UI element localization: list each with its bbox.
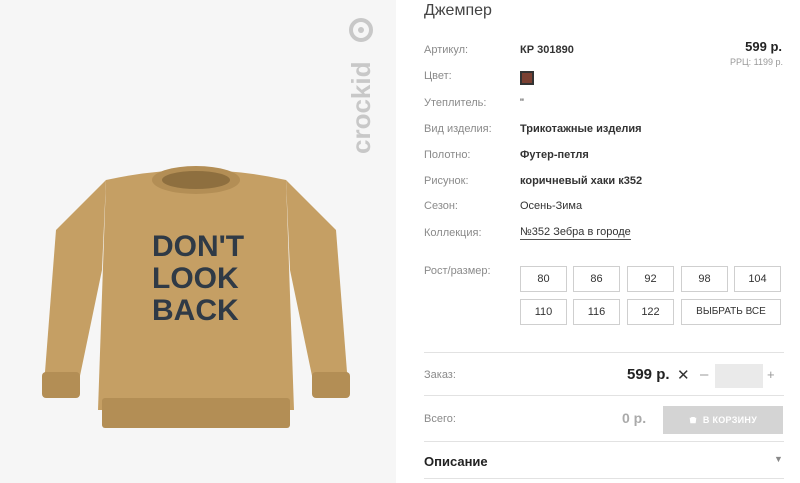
spec-value: " bbox=[520, 97, 524, 109]
spec-label: Артикул: bbox=[424, 44, 469, 56]
spec-label: Утеплитель: bbox=[424, 97, 487, 109]
recommended-price: РРЦ: 1199 р. bbox=[729, 57, 783, 67]
spec-label: Сезон: bbox=[424, 200, 458, 212]
spec-value: Футер-петля bbox=[520, 149, 589, 161]
spec-label: Коллекция: bbox=[424, 227, 482, 239]
quantity-input[interactable] bbox=[715, 364, 763, 388]
spec-value: Осень-Зима bbox=[520, 200, 583, 212]
size-86[interactable]: 86 bbox=[573, 266, 620, 292]
sweater-image: DON'T LOOK BACK bbox=[36, 160, 356, 440]
color-swatch[interactable] bbox=[520, 71, 534, 85]
order-price: 599 р. bbox=[627, 366, 670, 383]
print-line-1: DON'T bbox=[152, 230, 244, 263]
size-116[interactable]: 116 bbox=[573, 299, 620, 325]
spec-label: Вид изделия: bbox=[424, 123, 492, 135]
decrement-button[interactable]: – bbox=[700, 366, 708, 383]
spec-value: КР 301890 bbox=[520, 44, 574, 56]
divider bbox=[424, 395, 784, 396]
divider bbox=[424, 352, 784, 353]
spec-label: Рисунок: bbox=[424, 175, 469, 187]
size-122[interactable]: 122 bbox=[627, 299, 674, 325]
print-line-2: LOOK bbox=[152, 262, 239, 295]
size-92[interactable]: 92 bbox=[627, 266, 674, 292]
cart-icon bbox=[689, 416, 697, 423]
divider bbox=[424, 478, 784, 479]
size-104[interactable]: 104 bbox=[734, 266, 781, 292]
size-110[interactable]: 110 bbox=[520, 299, 567, 325]
brand-logo: crockid bbox=[346, 14, 380, 154]
product-photo[interactable]: crockid DON'T LOOK BACK bbox=[0, 0, 396, 483]
order-label: Заказ: bbox=[424, 369, 456, 381]
cart-button-label: В КОРЗИНУ bbox=[702, 415, 758, 425]
svg-text:crockid: crockid bbox=[346, 62, 376, 155]
increment-button[interactable]: + bbox=[767, 367, 775, 382]
description-toggle[interactable]: Описание bbox=[424, 454, 488, 469]
add-to-cart-button[interactable]: В КОРЗИНУ bbox=[663, 406, 783, 434]
size-98[interactable]: 98 bbox=[681, 266, 728, 292]
size-80[interactable]: 80 bbox=[520, 266, 567, 292]
spec-value: коричневый хаки к352 bbox=[520, 175, 643, 187]
print-line-3: BACK bbox=[152, 294, 239, 327]
spec-label: Цвет: bbox=[424, 70, 452, 82]
collection-link[interactable]: №352 Зебра в городе bbox=[520, 225, 631, 240]
total-label: Всего: bbox=[424, 413, 456, 425]
product-price: 599 р. bbox=[745, 39, 782, 54]
chevron-down-icon[interactable]: ▼ bbox=[774, 454, 783, 464]
divider bbox=[424, 441, 784, 442]
multiply-icon: ✕ bbox=[677, 367, 690, 384]
total-value: 0 р. bbox=[622, 410, 647, 426]
product-title: Джемпер bbox=[424, 2, 492, 19]
spec-label: Полотно: bbox=[424, 149, 471, 161]
sizes-label: Рост/размер: bbox=[424, 265, 491, 277]
select-all-sizes-button[interactable]: ВЫБРАТЬ ВСЕ bbox=[681, 299, 781, 325]
spec-value: Трикотажные изделия bbox=[520, 123, 642, 135]
